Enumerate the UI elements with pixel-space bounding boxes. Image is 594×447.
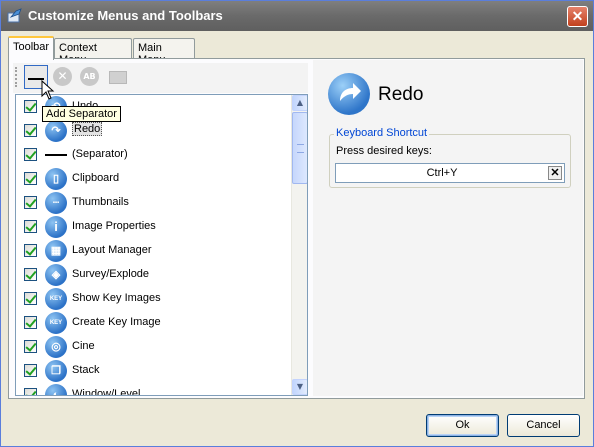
item-label: Create Key Image	[72, 316, 161, 328]
item-label: (Separator)	[72, 148, 128, 160]
list-item[interactable]: i Image Properties	[16, 215, 292, 239]
item-checkbox[interactable]	[24, 196, 37, 209]
item-checkbox[interactable]	[24, 316, 37, 329]
toolbar-grip[interactable]	[15, 67, 17, 87]
list-item[interactable]: KEY Show Key Images	[16, 287, 292, 311]
key-images-icon: KEY	[45, 288, 67, 310]
list-item[interactable]: ▯ Clipboard	[16, 167, 292, 191]
new-folder-icon	[109, 71, 127, 84]
list-item[interactable]: KEY Create Key Image	[16, 311, 292, 335]
list-item[interactable]: ◎ Cine	[16, 335, 292, 359]
item-label: Show Key Images	[72, 292, 161, 304]
scroll-down-button[interactable]: ▼	[292, 379, 307, 395]
create-key-icon: KEY	[45, 312, 67, 334]
redo-icon: ↷	[45, 120, 67, 142]
tab-main-menu[interactable]: Main Menu	[133, 38, 195, 66]
app-icon	[7, 8, 22, 23]
separator-icon	[45, 144, 67, 166]
detail-title: Redo	[378, 84, 424, 105]
item-checkbox[interactable]	[24, 364, 37, 377]
item-checkbox[interactable]	[24, 220, 37, 233]
shortcut-value: Ctrl+Y	[426, 167, 458, 179]
item-label: Redo	[72, 122, 103, 136]
list-scrollbar[interactable]: ▲ ▼	[291, 95, 307, 395]
item-checkbox[interactable]	[24, 268, 37, 281]
list-item[interactable]: ◈ Survey/Explode	[16, 263, 292, 287]
list-item[interactable]: ▪▪▪ Thumbnails	[16, 191, 292, 215]
layout-icon: ▦	[45, 240, 67, 262]
ok-button[interactable]: Ok	[426, 414, 499, 437]
item-label: Stack	[72, 364, 100, 376]
list-toolbar: ✕ AB	[13, 63, 308, 93]
item-checkbox[interactable]	[24, 244, 37, 257]
scroll-up-button[interactable]: ▲	[292, 95, 307, 111]
item-checkbox[interactable]	[24, 124, 37, 137]
press-keys-label: Press desired keys:	[336, 145, 432, 157]
item-label: Image Properties	[72, 220, 156, 232]
item-label: Clipboard	[72, 172, 120, 184]
stack-icon: ❐	[45, 360, 67, 382]
tab-toolbar[interactable]: Toolbar	[8, 36, 54, 60]
close-button[interactable]: ✕	[567, 6, 588, 27]
list-item[interactable]: ↷ Redo	[16, 119, 292, 143]
list-item[interactable]: (Separator)	[16, 143, 292, 167]
info-icon: i	[45, 216, 67, 238]
scroll-thumb[interactable]	[292, 112, 307, 184]
rename-icon: AB	[80, 67, 99, 86]
new-folder-button[interactable]	[106, 65, 130, 89]
item-label: Cine	[72, 340, 95, 352]
item-label: Window/Level	[72, 388, 141, 396]
item-checkbox[interactable]	[24, 388, 37, 395]
shortcut-input[interactable]: Ctrl+Y ✕	[335, 163, 565, 183]
clipboard-icon: ▯	[45, 168, 67, 190]
item-checkbox[interactable]	[24, 292, 37, 305]
rename-button[interactable]: AB	[78, 65, 102, 89]
toolbar-items-list[interactable]: ↶ Undo ↷ Redo (Separator) ▯ Clipboard ▪▪…	[15, 94, 308, 396]
mouse-cursor-icon	[41, 80, 55, 100]
cine-icon: ◎	[45, 336, 67, 358]
item-checkbox[interactable]	[24, 340, 37, 353]
item-label: Survey/Explode	[72, 268, 150, 280]
window-level-icon: ◐	[45, 384, 67, 395]
list-item[interactable]: ▦ Layout Manager	[16, 239, 292, 263]
item-checkbox[interactable]	[24, 148, 37, 161]
redo-large-icon	[328, 73, 370, 115]
item-checkbox[interactable]	[24, 172, 37, 185]
list-item[interactable]: ◐ Window/Level	[16, 383, 292, 396]
tab-context-menu[interactable]: Context Menu	[54, 38, 132, 66]
survey-icon: ◈	[45, 264, 67, 286]
window-title: Customize Menus and Toolbars	[28, 8, 223, 23]
title-bar[interactable]: Customize Menus and Toolbars ✕	[1, 1, 593, 31]
thumbnails-icon: ▪▪▪	[45, 192, 67, 214]
cancel-button[interactable]: Cancel	[507, 414, 580, 437]
clear-shortcut-button[interactable]: ✕	[548, 166, 562, 180]
item-label: Layout Manager	[72, 244, 152, 256]
remove-icon: ✕	[53, 67, 72, 86]
item-label: Thumbnails	[72, 196, 129, 208]
add-separator-tooltip: Add Separator	[42, 106, 121, 122]
list-item[interactable]: ❐ Stack	[16, 359, 292, 383]
item-checkbox[interactable]	[24, 100, 37, 113]
keyboard-shortcut-legend: Keyboard Shortcut	[334, 127, 430, 139]
